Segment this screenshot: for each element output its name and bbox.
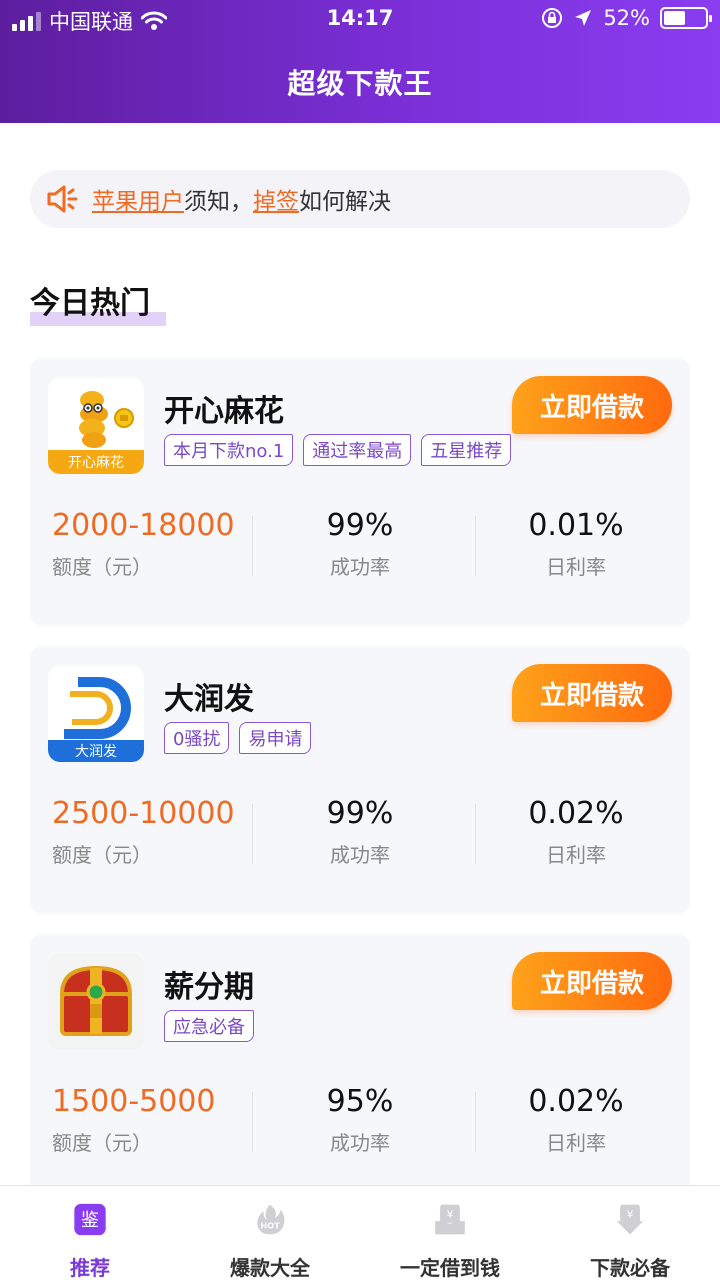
daily-rate: 0.01% 日利率 xyxy=(496,508,656,580)
borrow-now-button[interactable]: 立即借款 xyxy=(512,664,672,722)
svg-text:开心麻花: 开心麻花 xyxy=(68,455,124,471)
loan-amount: 2500-10000 额度（元） xyxy=(52,796,235,868)
app-logo-xinfenqi xyxy=(48,954,144,1050)
daily-rate-value: 0.01% xyxy=(528,508,624,543)
borrow-now-button[interactable]: 立即借款 xyxy=(512,376,672,434)
svg-text:¥: ¥ xyxy=(447,1208,454,1221)
success-rate-value: 99% xyxy=(326,508,394,543)
loan-card[interactable]: 大润发 大润发 0骚扰 易申请 立即借款 2500-10000 额度（元） 99… xyxy=(30,646,690,914)
daily-rate: 0.02% 日利率 xyxy=(496,1084,656,1156)
tab-label: 下款必备 xyxy=(590,1256,670,1280)
app-logo-darunfa: 大润发 xyxy=(48,666,144,762)
tab-guaranteed-loan[interactable]: ¥ 一定借到钱 xyxy=(360,1186,540,1280)
divider xyxy=(475,1092,476,1152)
tab-recommend[interactable]: 鉴 推荐 xyxy=(0,1186,180,1280)
tab-label: 推荐 xyxy=(70,1256,110,1280)
loan-card[interactable]: 开心麻花 开心麻花 本月下款no.1 通过率最高 五星推荐 立即借款 2000-… xyxy=(30,358,690,626)
daily-rate-value: 0.02% xyxy=(528,1084,624,1119)
success-rate-value: 95% xyxy=(326,1084,394,1119)
recommend-icon: 鉴 xyxy=(74,1203,106,1236)
page-title: 超级下款王 xyxy=(287,67,433,100)
loan-amount: 1500-5000 额度（元） xyxy=(52,1084,216,1156)
notice-link-signature[interactable]: 掉签 xyxy=(253,182,299,216)
tag: 本月下款no.1 xyxy=(164,434,294,466)
divider xyxy=(252,804,253,864)
mahua-mascot-icon: 开心麻花 xyxy=(48,378,144,474)
amount-label: 额度（元） xyxy=(52,843,152,867)
daily-rate-label: 日利率 xyxy=(546,843,606,867)
divider xyxy=(475,516,476,576)
battery-icon xyxy=(660,7,712,29)
svg-text:大润发: 大润发 xyxy=(75,744,117,760)
status-bar: 中国联通 14:17 52% xyxy=(0,0,720,40)
divider xyxy=(252,1092,253,1152)
amount-value: 1500-5000 xyxy=(52,1084,216,1119)
darunfa-logo-icon: 大润发 xyxy=(48,666,144,762)
app-logo-kaixin: 开心麻花 xyxy=(48,378,144,474)
tag: 易申请 xyxy=(239,722,312,754)
tab-label: 一定借到钱 xyxy=(400,1256,500,1280)
amount-value: 2000-18000 xyxy=(52,508,235,543)
tab-label: 爆款大全 xyxy=(230,1256,310,1280)
status-right: 52% xyxy=(541,6,712,30)
app-name: 开心麻花 xyxy=(164,394,284,429)
app-name: 薪分期 xyxy=(164,970,254,1005)
success-rate-value: 99% xyxy=(326,796,394,831)
divider xyxy=(252,516,253,576)
app-name: 大润发 xyxy=(164,682,254,717)
battery-percent: 52% xyxy=(603,6,650,30)
success-rate: 95% 成功率 xyxy=(280,1084,440,1156)
tag: 0骚扰 xyxy=(164,722,230,754)
amount-label: 额度（元） xyxy=(52,1131,152,1155)
speaker-icon xyxy=(47,185,78,213)
daily-rate-value: 0.02% xyxy=(528,796,624,831)
rotation-lock-icon xyxy=(542,8,563,28)
divider xyxy=(475,804,476,864)
section-title: 今日热门 xyxy=(30,278,166,326)
money-download-icon: ¥ xyxy=(616,1204,644,1235)
hot-flame-icon: HOT xyxy=(257,1204,285,1235)
svg-text:HOT: HOT xyxy=(260,1221,280,1231)
amount-value: 2500-10000 xyxy=(52,796,235,831)
success-rate-label: 成功率 xyxy=(330,555,390,579)
notice-bar[interactable]: 苹果用户 须知， 掉签 如何解决 xyxy=(30,170,690,228)
tag-list: 0骚扰 易申请 xyxy=(164,722,312,754)
borrow-now-button[interactable]: 立即借款 xyxy=(512,952,672,1010)
daily-rate-label: 日利率 xyxy=(546,1131,606,1155)
svg-text:鉴: 鉴 xyxy=(81,1210,99,1231)
success-rate-label: 成功率 xyxy=(330,1131,390,1155)
notice-text-2: 如何解决 xyxy=(299,189,391,215)
daily-rate: 0.02% 日利率 xyxy=(496,796,656,868)
daily-rate-label: 日利率 xyxy=(546,555,606,579)
loan-amount: 2000-18000 额度（元） xyxy=(52,508,235,580)
svg-text:¥: ¥ xyxy=(627,1208,634,1221)
loan-card[interactable]: 薪分期 应急必备 立即借款 1500-5000 额度（元） 95% 成功率 0.… xyxy=(30,934,690,1202)
tag: 通过率最高 xyxy=(303,434,412,466)
tab-hot[interactable]: HOT 爆款大全 xyxy=(180,1186,360,1280)
money-tray-icon: ¥ xyxy=(435,1204,465,1235)
location-icon xyxy=(575,10,592,26)
bottom-tab-bar: 鉴 推荐 HOT 爆款大全 ¥ 一定借到钱 ¥ 下款必备 xyxy=(0,1185,720,1280)
success-rate: 99% 成功率 xyxy=(280,508,440,580)
treasure-chest-icon xyxy=(48,954,144,1050)
tab-essentials[interactable]: ¥ 下款必备 xyxy=(540,1186,720,1280)
app-header: 中国联通 14:17 52% 超级下款王 xyxy=(0,0,720,123)
section-title-text: 今日热门 xyxy=(30,286,150,321)
success-rate: 99% 成功率 xyxy=(280,796,440,868)
tag: 五星推荐 xyxy=(421,434,512,466)
notice-link-apple-users[interactable]: 苹果用户 xyxy=(92,182,184,216)
tag: 应急必备 xyxy=(164,1010,254,1042)
notice-text: 须知， xyxy=(184,189,253,215)
amount-label: 额度（元） xyxy=(52,555,152,579)
success-rate-label: 成功率 xyxy=(330,843,390,867)
tag-list: 本月下款no.1 通过率最高 五星推荐 xyxy=(164,434,512,466)
tag-list: 应急必备 xyxy=(164,1010,254,1042)
